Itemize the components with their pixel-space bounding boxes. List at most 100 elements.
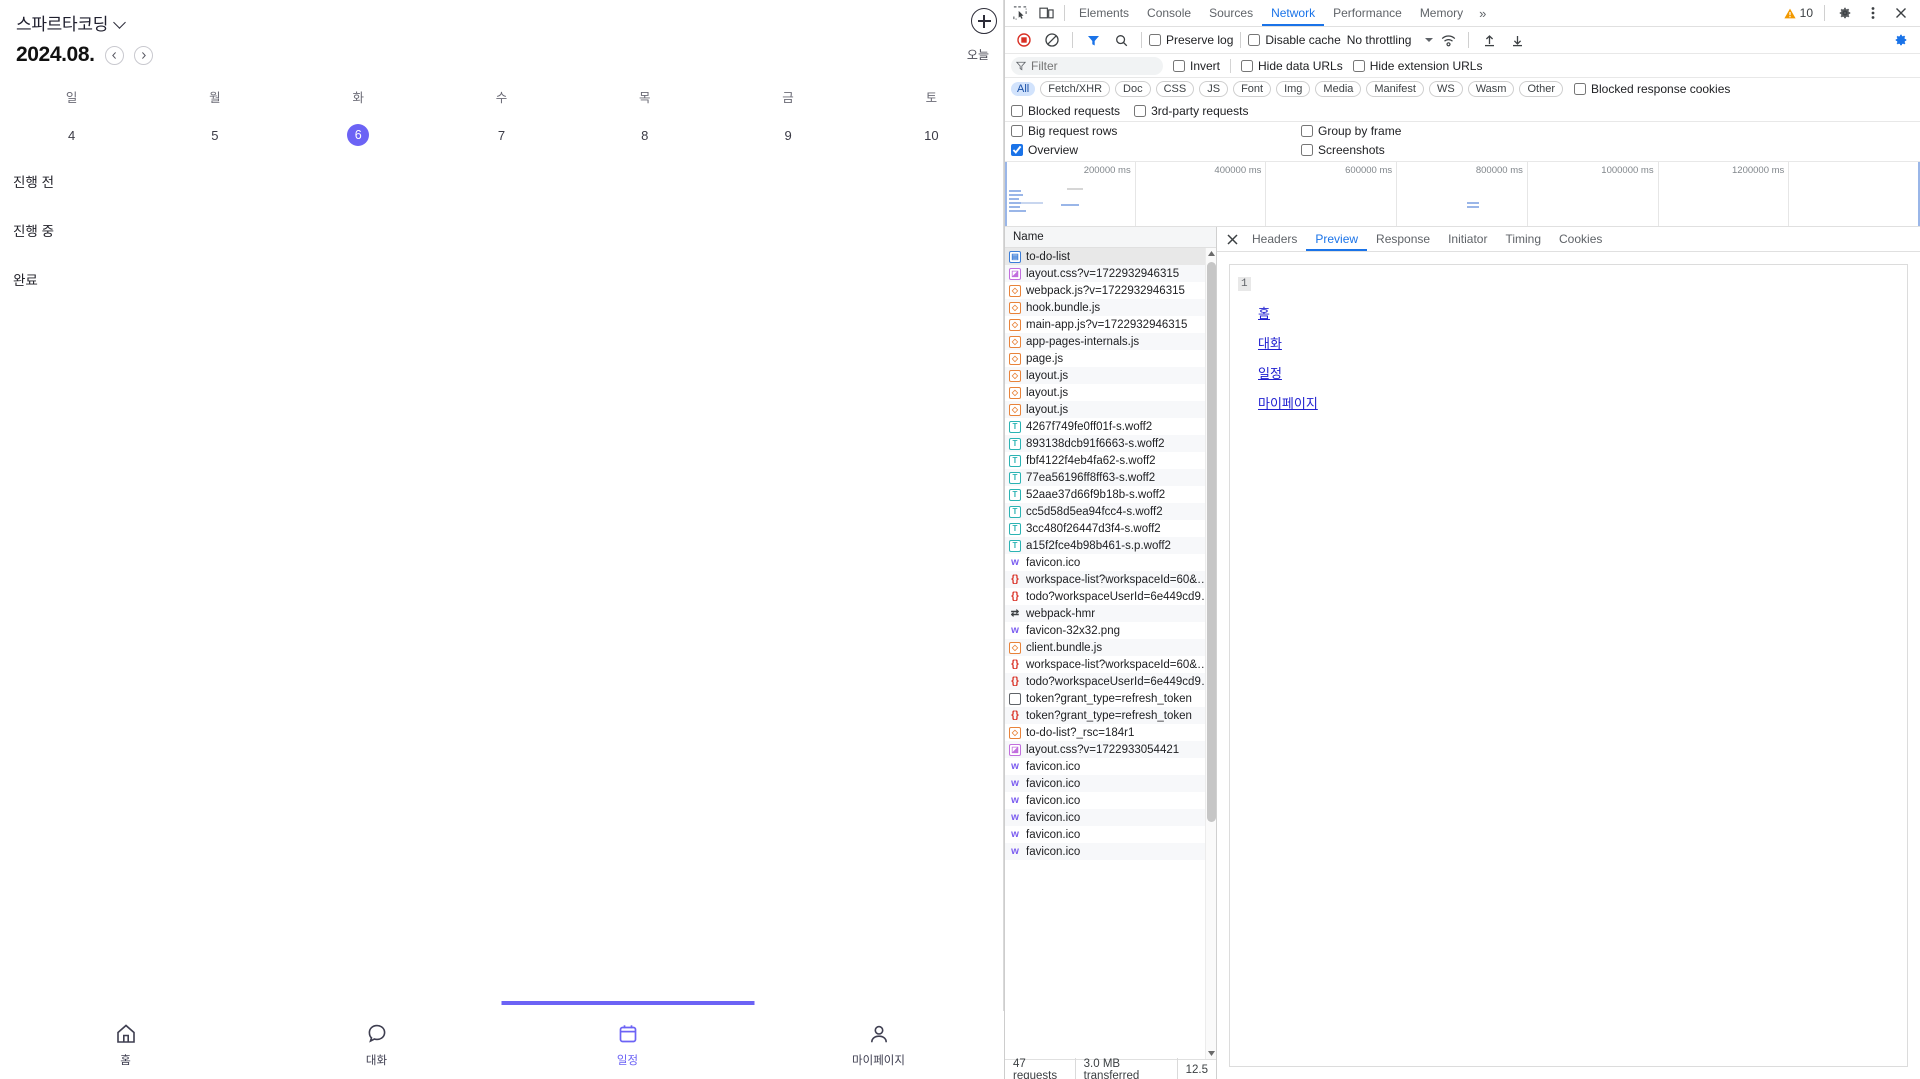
tab-performance[interactable]: Performance (1324, 0, 1411, 26)
detail-tab-timing[interactable]: Timing (1496, 227, 1550, 251)
overview-window-handle-left[interactable] (1005, 162, 1007, 226)
nav-item-chat[interactable]: 대화 (251, 1011, 502, 1079)
device-toolbar-icon[interactable] (1033, 1, 1059, 25)
type-chip-manifest[interactable]: Manifest (1366, 81, 1424, 97)
request-row[interactable]: w favicon.ico (1005, 775, 1216, 792)
request-row[interactable]: T 52aae37d66f9b18b-s.woff2 (1005, 486, 1216, 503)
detail-tab-cookies[interactable]: Cookies (1550, 227, 1611, 251)
tab-network[interactable]: Network (1262, 0, 1325, 26)
more-vertical-icon[interactable] (1860, 1, 1886, 25)
type-chip-fetch-xhr[interactable]: Fetch/XHR (1040, 81, 1111, 97)
request-row[interactable]: Tcc5d58d5ea94fcc4-s.woff2 (1005, 503, 1216, 520)
network-conditions-icon[interactable] (1435, 28, 1461, 52)
warning-count-badge[interactable]: 10 (1780, 6, 1817, 20)
date-cell[interactable]: 5 (143, 124, 286, 146)
request-row[interactable]: w favicon.ico (1005, 792, 1216, 809)
tab-sources[interactable]: Sources (1200, 0, 1262, 26)
big-request-rows-input[interactable] (1011, 125, 1023, 137)
big-request-rows-checkbox[interactable]: Big request rows (1011, 124, 1301, 138)
request-row[interactable]: ◇ page.js (1005, 350, 1216, 367)
type-chip-doc[interactable]: Doc (1115, 81, 1151, 97)
preserve-log-input[interactable] (1149, 34, 1161, 46)
filter-input[interactable] (1011, 56, 1163, 75)
workspace-selector[interactable]: 스파르타코딩 (16, 10, 987, 35)
date-cell[interactable]: 7 (430, 124, 573, 146)
request-row[interactable]: ⇄ webpack-hmr (1005, 605, 1216, 622)
invert-checkbox[interactable]: Invert (1173, 59, 1220, 73)
scrollbar-thumb[interactable] (1207, 262, 1216, 822)
request-row[interactable]: token?grant_type=refresh_token (1005, 690, 1216, 707)
detail-tab-response[interactable]: Response (1367, 227, 1439, 251)
date-cell-selected[interactable]: 6 (287, 124, 430, 146)
export-har-icon[interactable] (1504, 28, 1530, 52)
network-overview-timeline[interactable]: 200000 ms 400000 ms 600000 ms 800000 ms … (1005, 162, 1920, 227)
request-row[interactable]: Ta15f2fce4b98b461-s.p.woff2 (1005, 537, 1216, 554)
request-row[interactable]: w favicon.ico (1005, 758, 1216, 775)
request-row[interactable]: ◇ layout.js (1005, 384, 1216, 401)
request-row[interactable]: ◇ layout.js (1005, 367, 1216, 384)
request-row[interactable]: w favicon.ico (1005, 826, 1216, 843)
screenshots-checkbox[interactable]: Screenshots (1301, 143, 1914, 157)
date-cell[interactable]: 10 (860, 124, 1003, 146)
hide-data-urls-checkbox[interactable]: Hide data URLs (1241, 59, 1343, 73)
preserve-log-checkbox[interactable]: Preserve log (1149, 33, 1233, 47)
request-row[interactable]: ◪ layout.css?v=1722933054421 (1005, 741, 1216, 758)
clear-network-icon[interactable] (1039, 28, 1065, 52)
today-button[interactable]: 오늘 (963, 44, 993, 65)
throttling-dropdown[interactable]: No throttling (1343, 33, 1434, 47)
request-row[interactable]: ▤ to-do-list (1005, 248, 1216, 265)
nav-item-mypage[interactable]: 마이페이지 (753, 1011, 1004, 1079)
overview-checkbox[interactable]: Overview (1011, 143, 1301, 157)
preview-link-schedule[interactable]: 일정 (1258, 363, 1282, 382)
date-cell[interactable]: 9 (716, 124, 859, 146)
request-row[interactable]: {} token?grant_type=refresh_token (1005, 707, 1216, 724)
prev-month-button[interactable] (104, 45, 124, 65)
request-column-header[interactable]: Name (1005, 227, 1216, 248)
hide-extension-urls-checkbox[interactable]: Hide extension URLs (1352, 59, 1482, 73)
request-row[interactable]: T 4267f749fe0ff01f-s.woff2 (1005, 418, 1216, 435)
request-row[interactable]: ◇ layout.js (1005, 401, 1216, 418)
inspect-element-icon[interactable] (1007, 1, 1033, 25)
overview-input[interactable] (1011, 144, 1023, 156)
type-chip-css[interactable]: CSS (1155, 81, 1195, 97)
request-row[interactable]: T 3cc480f26447d3f4-s.woff2 (1005, 520, 1216, 537)
request-list[interactable]: ▤ to-do-list ◪ layout.css?v=1722932946315 ◇ w… (1005, 248, 1216, 1059)
search-icon[interactable] (1108, 28, 1134, 52)
group-by-frame-checkbox[interactable]: Group by frame (1301, 124, 1914, 138)
type-chip-img[interactable]: Img (1276, 81, 1311, 97)
request-row[interactable]: ◇ hook.bundle.js (1005, 299, 1216, 316)
request-row[interactable]: ◪ layout.css?v=1722932946315 (1005, 265, 1216, 282)
blocked-response-cookies-input[interactable] (1573, 83, 1586, 95)
type-chip-js[interactable]: JS (1199, 81, 1229, 97)
detail-tab-headers[interactable]: Headers (1243, 227, 1306, 251)
request-row[interactable]: ◇ to-do-list?_rsc=184r1 (1005, 724, 1216, 741)
type-chip-all[interactable]: All (1011, 82, 1036, 96)
type-chip-font[interactable]: Font (1233, 81, 1272, 97)
request-row[interactable]: {} todo?workspaceUserId=6e449cd9… (1005, 588, 1216, 605)
preview-link-home[interactable]: 홈 (1258, 303, 1270, 322)
tab-memory[interactable]: Memory (1411, 0, 1472, 26)
request-row[interactable]: w favicon.ico (1005, 843, 1216, 860)
third-party-requests-input[interactable] (1134, 104, 1147, 117)
record-stop-icon[interactable] (1011, 28, 1037, 52)
blocked-requests-checkbox[interactable]: Blocked requests (1011, 104, 1120, 118)
next-month-button[interactable] (133, 45, 153, 65)
request-row[interactable]: T 77ea56196ff8ff63-s.woff2 (1005, 469, 1216, 486)
third-party-requests-checkbox[interactable]: 3rd-party requests (1134, 104, 1248, 118)
tab-elements[interactable]: Elements (1070, 0, 1138, 26)
network-settings-gear-icon[interactable] (1888, 28, 1914, 52)
scroll-up-arrow-icon[interactable] (1206, 248, 1216, 259)
nav-item-home[interactable]: 홈 (0, 1011, 251, 1079)
blocked-response-cookies-checkbox[interactable]: Blocked response cookies (1573, 82, 1730, 96)
request-row[interactable]: {} workspace-list?workspaceId=60&… (1005, 656, 1216, 673)
add-schedule-button[interactable] (971, 8, 997, 34)
import-har-icon[interactable] (1476, 28, 1502, 52)
disable-cache-checkbox[interactable]: Disable cache (1248, 33, 1341, 47)
close-detail-icon[interactable] (1221, 228, 1243, 250)
request-row[interactable]: w favicon.ico (1005, 809, 1216, 826)
type-chip-ws[interactable]: WS (1428, 81, 1463, 97)
detail-tab-preview[interactable]: Preview (1306, 227, 1368, 251)
disable-cache-input[interactable] (1248, 34, 1261, 46)
type-chip-media[interactable]: Media (1315, 81, 1362, 97)
hide-extension-urls-input[interactable] (1352, 59, 1365, 72)
